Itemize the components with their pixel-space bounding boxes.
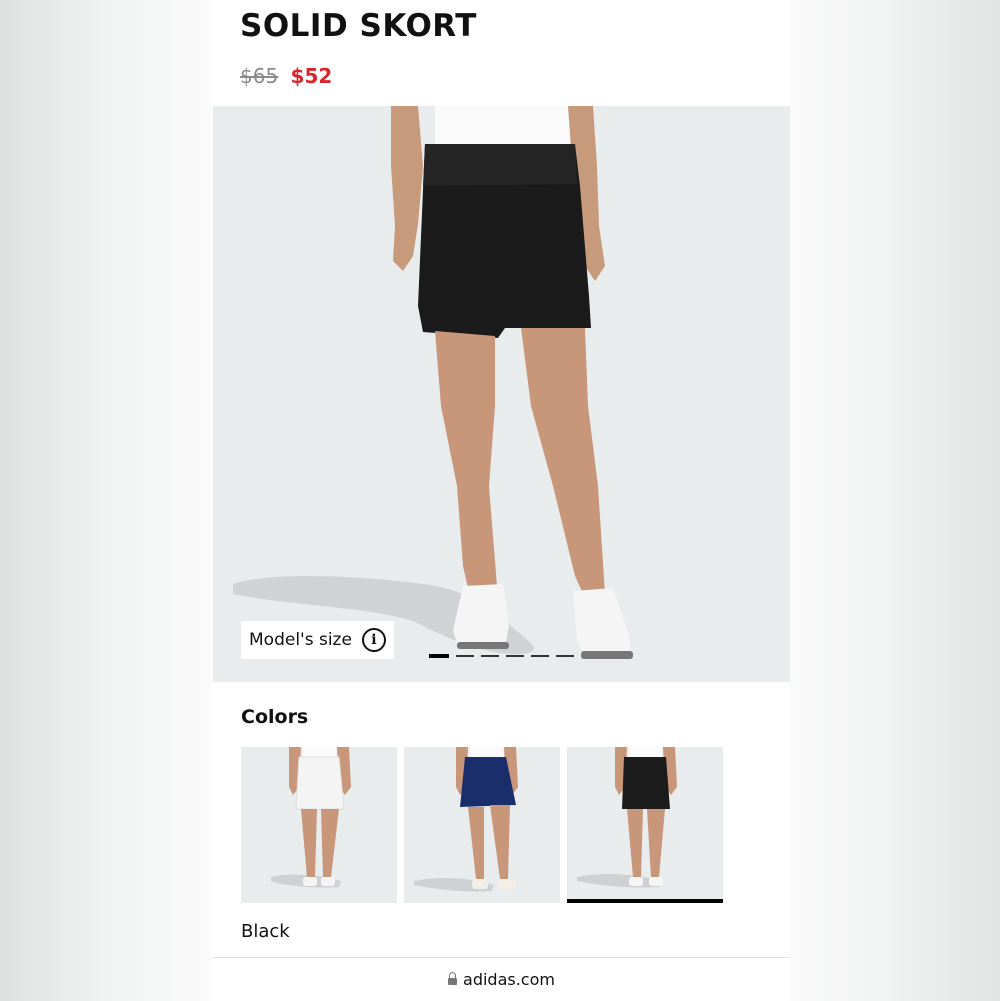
color-swatch-white[interactable] — [241, 747, 397, 903]
url-text: adidas.com — [463, 970, 555, 989]
colors-heading: Colors — [241, 706, 309, 728]
color-swatch-navy[interactable] — [404, 747, 560, 903]
gallery-dot[interactable] — [556, 655, 574, 657]
model-size-label: Model's size — [249, 630, 352, 650]
product-photo — [233, 106, 633, 659]
selected-color-name: Black — [241, 921, 290, 942]
gallery-pagination — [429, 654, 574, 658]
info-icon: i — [361, 628, 386, 652]
lock-icon — [448, 972, 458, 985]
gallery-dot[interactable] — [429, 654, 449, 658]
price-row: $65 $52 — [240, 64, 332, 88]
model-size-button[interactable]: Model's size i — [241, 621, 394, 659]
product-image-gallery[interactable]: Model's size i — [213, 106, 790, 682]
gallery-dot[interactable] — [481, 655, 499, 657]
product-page: SOLID SKORT $65 $52 Model's size i Color… — [213, 0, 790, 1000]
product-title: SOLID SKORT — [240, 8, 477, 44]
original-price: $65 — [240, 64, 279, 88]
swatch-image — [271, 747, 351, 888]
swatch-image — [577, 747, 677, 888]
gallery-dot[interactable] — [531, 655, 549, 657]
swatch-image — [414, 747, 518, 892]
color-swatch-black[interactable] — [567, 747, 723, 903]
gallery-dot[interactable] — [456, 655, 474, 657]
sale-price: $52 — [290, 64, 333, 88]
browser-url-bar[interactable]: adidas.com — [213, 957, 790, 1001]
color-swatch-list — [241, 747, 723, 903]
gallery-dot[interactable] — [506, 655, 524, 657]
